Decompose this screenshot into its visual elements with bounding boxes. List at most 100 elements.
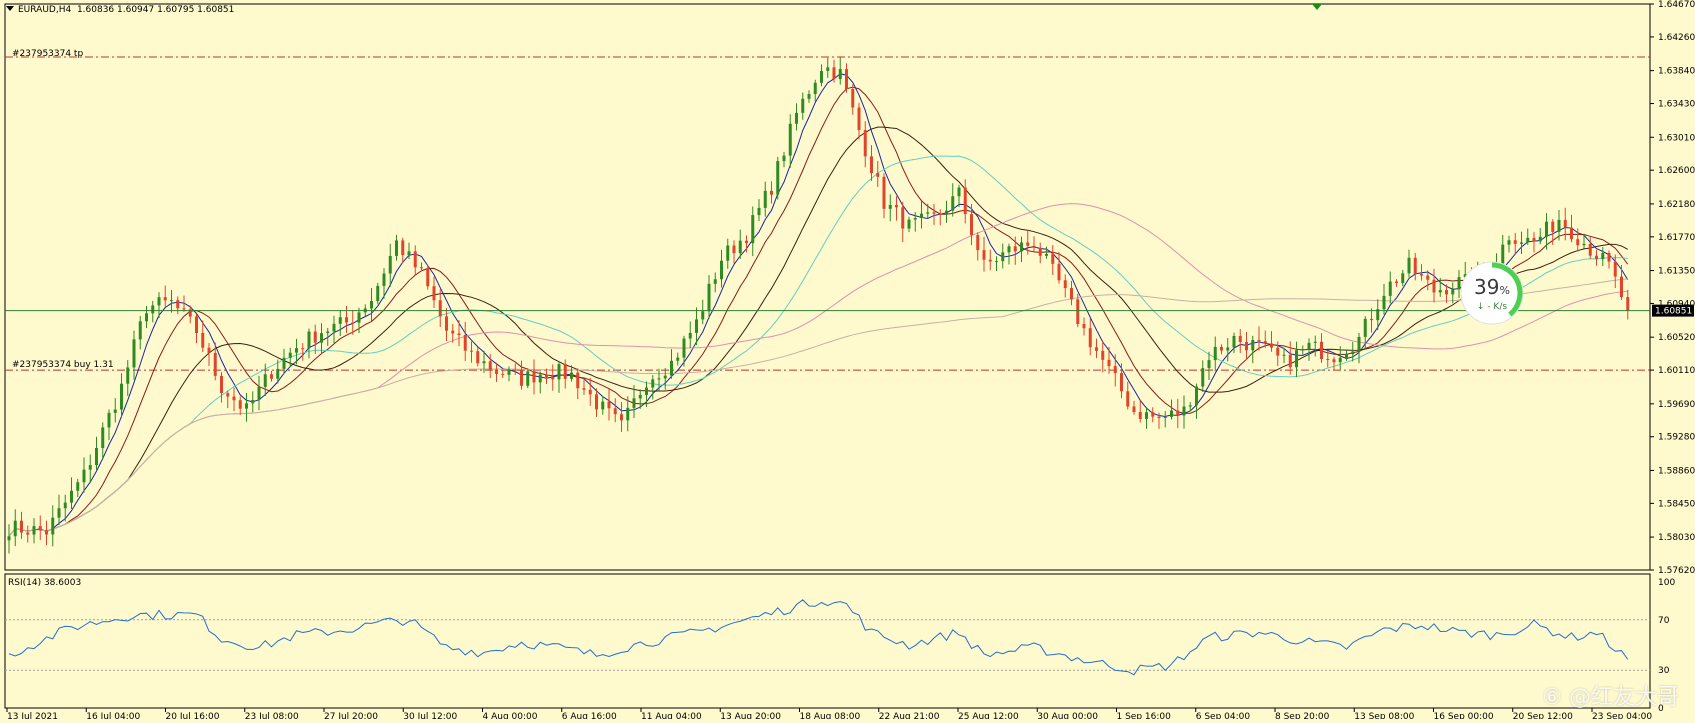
candle-body [157,297,161,306]
candle-body [607,401,611,409]
candle-body [226,393,230,397]
dropdown-triangle-icon[interactable] [6,6,14,11]
candle-body [301,348,305,350]
candle-body [1607,253,1611,262]
candle-body [976,235,980,251]
candle-body [857,107,861,131]
candle-body [907,219,911,229]
candle-body [488,361,492,370]
candle-body [913,217,917,220]
candle-body [1088,328,1092,348]
candle-body [307,331,311,349]
candle-body [451,330,455,334]
candle-body [745,240,748,244]
symbol-header: EURAUD,H4 1.60836 1.60947 1.60795 1.6085… [6,5,234,15]
candle-body [1351,351,1355,355]
x-tick-label: 4 Aug 00:00 [483,712,538,719]
candle-body [507,369,511,375]
rsi-level-label: 100 [1658,578,1675,588]
candle-body [438,300,442,317]
candle-body [357,312,361,323]
candle-body [763,190,767,208]
x-tick-label: 20 Jul 16:00 [166,712,220,719]
candle-body [1007,246,1011,253]
x-tick-label: 13 Aug 20:00 [720,712,781,719]
rsi-level-label: 70 [1658,616,1670,626]
candle-body [1051,253,1055,264]
candle-body [1620,276,1623,298]
candle-body [1370,318,1373,321]
candle-body [1176,410,1180,416]
candle-body [1320,341,1323,360]
candle-body [1113,366,1117,374]
candle-body [407,251,411,256]
candle-body [345,317,348,323]
candle-body [1038,247,1042,256]
chart-svg[interactable]: 1.64670 1.64260 1.63840 1.63430 1.63010 1.626… [0,0,1695,722]
candle-body [195,316,198,334]
candle-body [688,332,692,339]
x-tick-label: 1 Sep 16:00 [1117,712,1172,719]
x-tick-label: 23 Sep 04:00 [1592,712,1652,719]
candle-body [26,532,30,535]
candle-body [1220,346,1223,351]
candle-body [570,372,573,379]
candle-body [170,300,173,302]
candle-body [320,333,323,343]
chart-stage[interactable]: 1.64670 1.64260 1.63840 1.63430 1.63010 1.626… [0,0,1695,722]
candle-body [1445,290,1448,295]
candle-body [1532,237,1536,242]
candle-body [1313,341,1317,343]
candle-body [795,112,798,124]
candle-body [513,369,517,371]
candle-body [545,374,548,378]
candle-body [951,196,955,211]
candle-body [270,374,273,379]
ma-mid-line [8,86,1629,537]
candle-body [245,403,248,409]
candle-body [845,69,848,90]
x-tick-label: 23 Jul 08:00 [245,712,299,719]
candle-body [1563,219,1567,228]
candle-body [838,69,842,80]
candle-body [326,331,330,334]
x-tick-label: 16 Sep 00:00 [1434,712,1494,719]
candle-body [1001,252,1005,262]
rsi-level-label: 30 [1658,666,1670,676]
candle-body [695,319,698,333]
candle-body [1270,343,1273,348]
candle-body [1226,347,1230,351]
candle-body [657,378,661,380]
candle-body [220,375,223,394]
candle-body [1570,227,1573,240]
candle-body [201,333,205,348]
candle-body [257,386,261,400]
candle-body [1151,412,1155,417]
candle-body [926,212,930,214]
candle-body [826,67,830,71]
candle-body [1432,279,1436,293]
y-tick-label: 1.58450 [1658,499,1695,509]
candle-body [207,347,211,353]
candle-body [1613,261,1617,277]
gauge-percent-sign: % [1499,284,1510,297]
candle-body [282,357,286,369]
candle-body [1188,405,1192,407]
candle-body [882,176,886,209]
candle-body [876,173,880,177]
candle-body [1507,240,1511,245]
candle-body [1301,349,1305,351]
candle-body [126,367,130,384]
candle-body [870,156,873,174]
x-tick-label: 22 Aug 21:00 [879,712,940,719]
candle-body [920,213,923,218]
buy-order-label: #237953374 buy 1.31 [12,360,114,370]
candle-body [1588,243,1592,256]
candle-body [595,394,598,410]
candle-body [663,375,667,379]
candle-body [376,285,380,302]
candle-body [532,371,536,383]
candle-body [1426,275,1430,280]
candle-body [1576,239,1580,246]
candle-body [1057,263,1061,281]
